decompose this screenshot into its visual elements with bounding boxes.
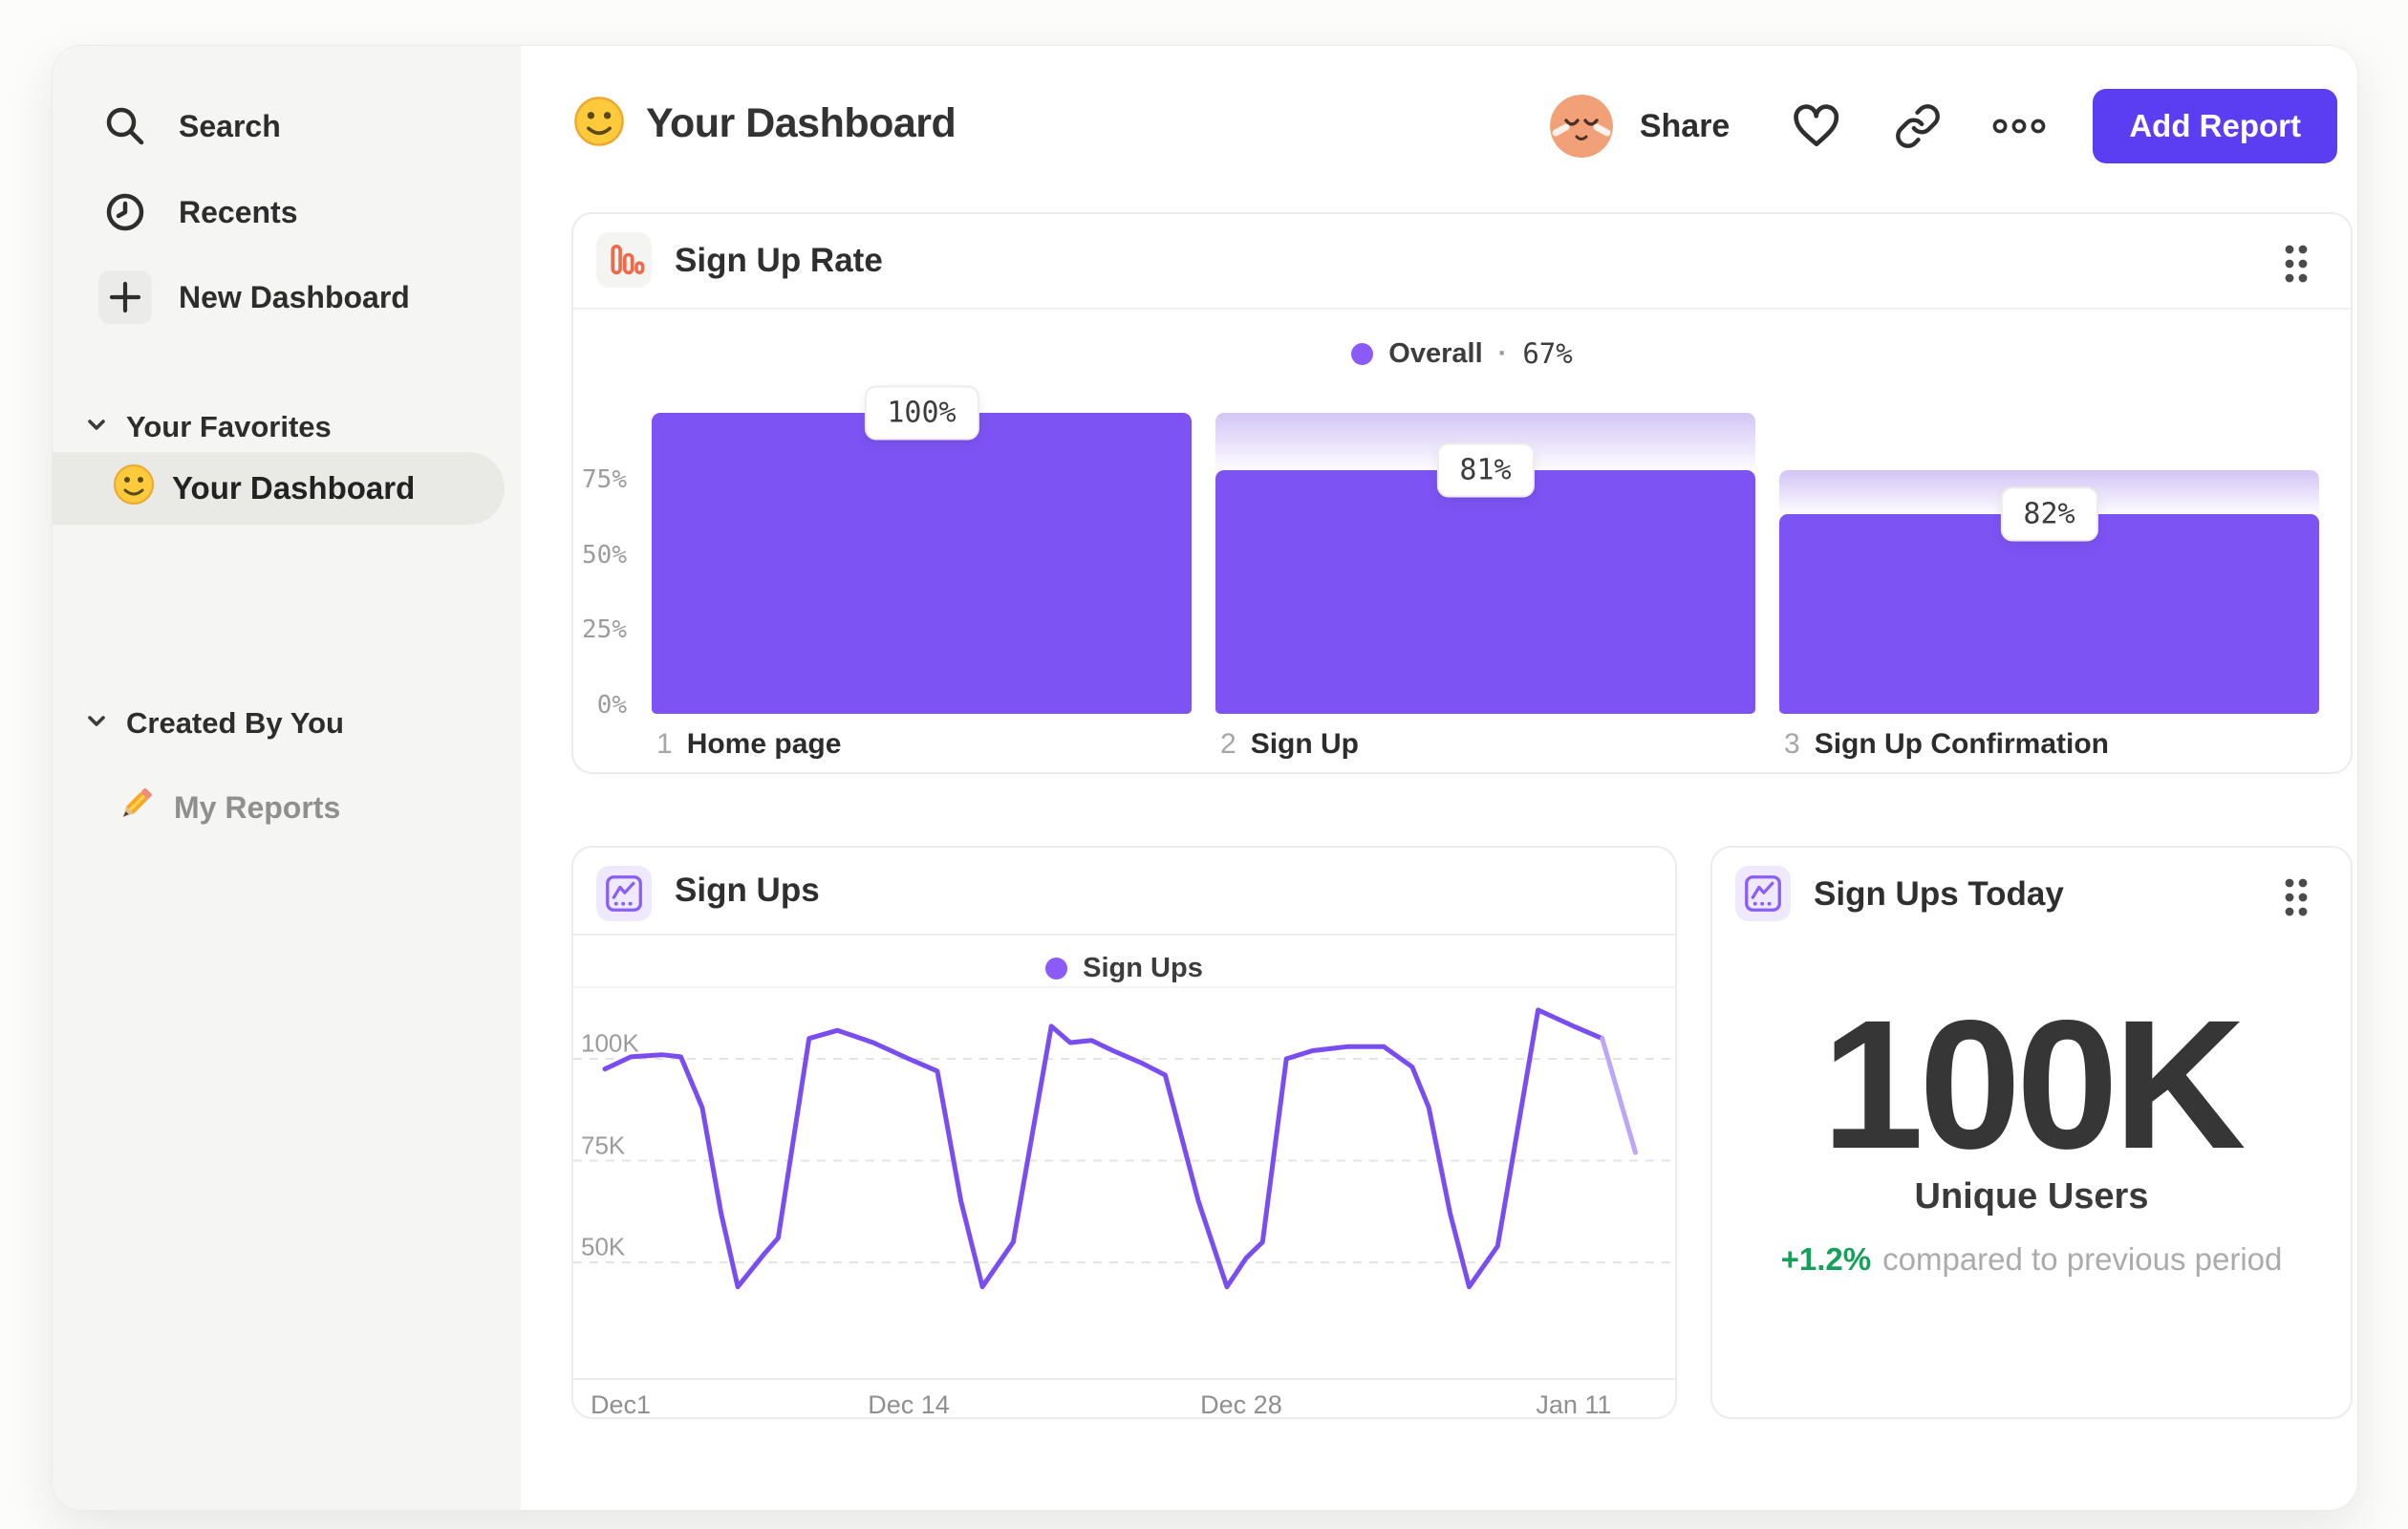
- funnel-step-label: Sign Up: [1250, 728, 1360, 760]
- smiley-emoji-icon: [113, 463, 155, 513]
- favorite-heart-icon[interactable]: [1789, 98, 1844, 154]
- sidebar-item-label: Recents: [179, 194, 298, 229]
- funnel-step-number: 1: [656, 728, 673, 760]
- avatar[interactable]: [1549, 95, 1613, 158]
- sidebar-item-recents[interactable]: Recents: [53, 169, 521, 255]
- sidebar-section-created-by-you[interactable]: Created By You: [53, 695, 521, 752]
- legend-separator: ·: [1497, 337, 1508, 369]
- funnel-y-tick: 50%: [582, 540, 627, 570]
- metric-delta: +1.2%: [1780, 1241, 1872, 1277]
- legend-dot: [1351, 342, 1374, 365]
- divider: [573, 934, 1675, 936]
- funnel-y-tick: 25%: [582, 615, 627, 645]
- card-title: Sign Up Rate: [675, 242, 883, 279]
- dashboard-page: Search Recents New Dashboard Your Favori…: [0, 0, 2408, 1529]
- sidebar-item-your-dashboard[interactable]: Your Dashboard: [53, 452, 505, 525]
- sidebar-item-label: New Dashboard: [179, 279, 410, 314]
- funnel-step-label: Home page: [686, 728, 842, 760]
- share-button[interactable]: Share: [1640, 108, 1731, 145]
- app-window: Search Recents New Dashboard Your Favori…: [53, 46, 2357, 1510]
- line-y-tick: 100K: [581, 1028, 639, 1058]
- line-x-tick: Dec 14: [868, 1390, 950, 1419]
- legend-dot: [1045, 957, 1068, 980]
- plus-icon: [98, 270, 152, 324]
- sidebar-item-label: Your Dashboard: [172, 470, 416, 506]
- sign-up-rate-card: Sign Up Rate Overall · 67% 75% 50% 25% 0% 10…: [571, 212, 2353, 774]
- legend-label: Sign Ups: [1083, 952, 1203, 983]
- sign-ups-card: Sign Ups Sign Ups 100K 75K 50K Dec1 Dec 14 D…: [571, 846, 1677, 1419]
- funnel-step-number: 2: [1220, 728, 1236, 760]
- line-legend: Sign Ups: [573, 945, 1675, 991]
- line-chart-plot: [573, 1007, 1675, 1290]
- metric-delta-note: compared to previous period: [1882, 1241, 2283, 1277]
- card-header: Sign Ups Today: [1712, 848, 2351, 939]
- sidebar-item-search[interactable]: Search: [53, 83, 521, 169]
- funnel-y-tick: 75%: [582, 464, 627, 494]
- line-y-tick: 75K: [581, 1131, 626, 1159]
- smiley-emoji-icon: [573, 96, 625, 152]
- line-chart-icon: [596, 866, 652, 921]
- funnel-x-label: 1 Home page: [656, 728, 841, 761]
- funnel-bar[interactable]: [1215, 469, 1755, 714]
- funnel-x-label: 3 Sign Up Confirmation: [1784, 728, 2109, 761]
- page-title-group: Your Dashboard: [573, 96, 957, 152]
- funnel-y-tick: 0%: [596, 691, 627, 720]
- drag-handle-icon[interactable]: [2282, 243, 2311, 285]
- sidebar-section-your-favorites[interactable]: Your Favorites: [53, 398, 521, 456]
- main-content: Your Dashboard Share Add Report Sign Up …: [521, 46, 2357, 1510]
- drag-handle-icon[interactable]: [2282, 876, 2311, 918]
- funnel-bar[interactable]: [652, 413, 1192, 714]
- card-title: Sign Ups Today: [1814, 875, 2064, 913]
- funnel-value-chip: 82%: [2000, 486, 2098, 542]
- sidebar-section-label: Created By You: [126, 706, 344, 740]
- funnel-step-label: Sign Up Confirmation: [1814, 728, 2109, 760]
- page-title: Your Dashboard: [646, 100, 957, 146]
- divider: [573, 308, 2351, 310]
- sidebar-section-label: Your Favorites: [126, 410, 332, 443]
- metric-delta-row: +1.2% compared to previous period: [1712, 1241, 2351, 1278]
- plot-bottom-border: [573, 1378, 1675, 1380]
- sidebar-item-label: Search: [179, 108, 281, 143]
- more-options-icon[interactable]: [1991, 98, 2047, 154]
- sign-ups-today-card: Sign Ups Today 100K Unique Users +1.2% co…: [1710, 846, 2353, 1419]
- legend-value: 67%: [1522, 337, 1573, 370]
- sidebar: Search Recents New Dashboard Your Favori…: [53, 46, 521, 1510]
- funnel-chart-icon: [596, 232, 652, 288]
- line-y-tick: 50K: [581, 1232, 626, 1261]
- funnel-bar[interactable]: [1779, 513, 2319, 714]
- card-title: Sign Ups: [675, 872, 820, 909]
- header-actions: Share Add Report: [1549, 88, 2337, 164]
- sidebar-item-label: My Reports: [174, 789, 341, 825]
- funnel-value-chip: 81%: [1436, 442, 1535, 498]
- clock-icon: [98, 185, 152, 239]
- sidebar-item-my-reports[interactable]: My Reports: [53, 764, 521, 851]
- pencil-emoji-icon: [115, 783, 157, 832]
- line-series[interactable]: [602, 1007, 1605, 1290]
- sidebar-item-new-dashboard[interactable]: New Dashboard: [53, 254, 521, 340]
- line-series-incomplete: [1600, 1036, 1638, 1155]
- card-header: Sign Up Rate: [573, 214, 2351, 308]
- funnel-legend: Overall · 67%: [573, 331, 2351, 377]
- funnel-x-label: 2 Sign Up: [1220, 728, 1359, 761]
- funnel-step-number: 3: [1784, 728, 1800, 760]
- line-chart-icon: [1735, 866, 1791, 921]
- legend-label: Overall: [1388, 337, 1483, 369]
- line-x-tick: Jan 11: [1536, 1390, 1612, 1419]
- copy-link-icon[interactable]: [1890, 98, 1946, 154]
- chevron-down-icon: [84, 410, 109, 444]
- search-icon: [98, 99, 152, 153]
- add-report-button[interactable]: Add Report: [2093, 89, 2337, 163]
- metric-label: Unique Users: [1914, 1176, 2149, 1217]
- card-header: Sign Ups: [573, 848, 1675, 934]
- funnel-value-chip: 100%: [864, 385, 979, 441]
- chevron-down-icon: [84, 706, 109, 741]
- line-x-tick: Dec1: [591, 1390, 652, 1419]
- line-x-tick: Dec 28: [1200, 1390, 1282, 1419]
- metric-value: 100K: [1821, 981, 2247, 1187]
